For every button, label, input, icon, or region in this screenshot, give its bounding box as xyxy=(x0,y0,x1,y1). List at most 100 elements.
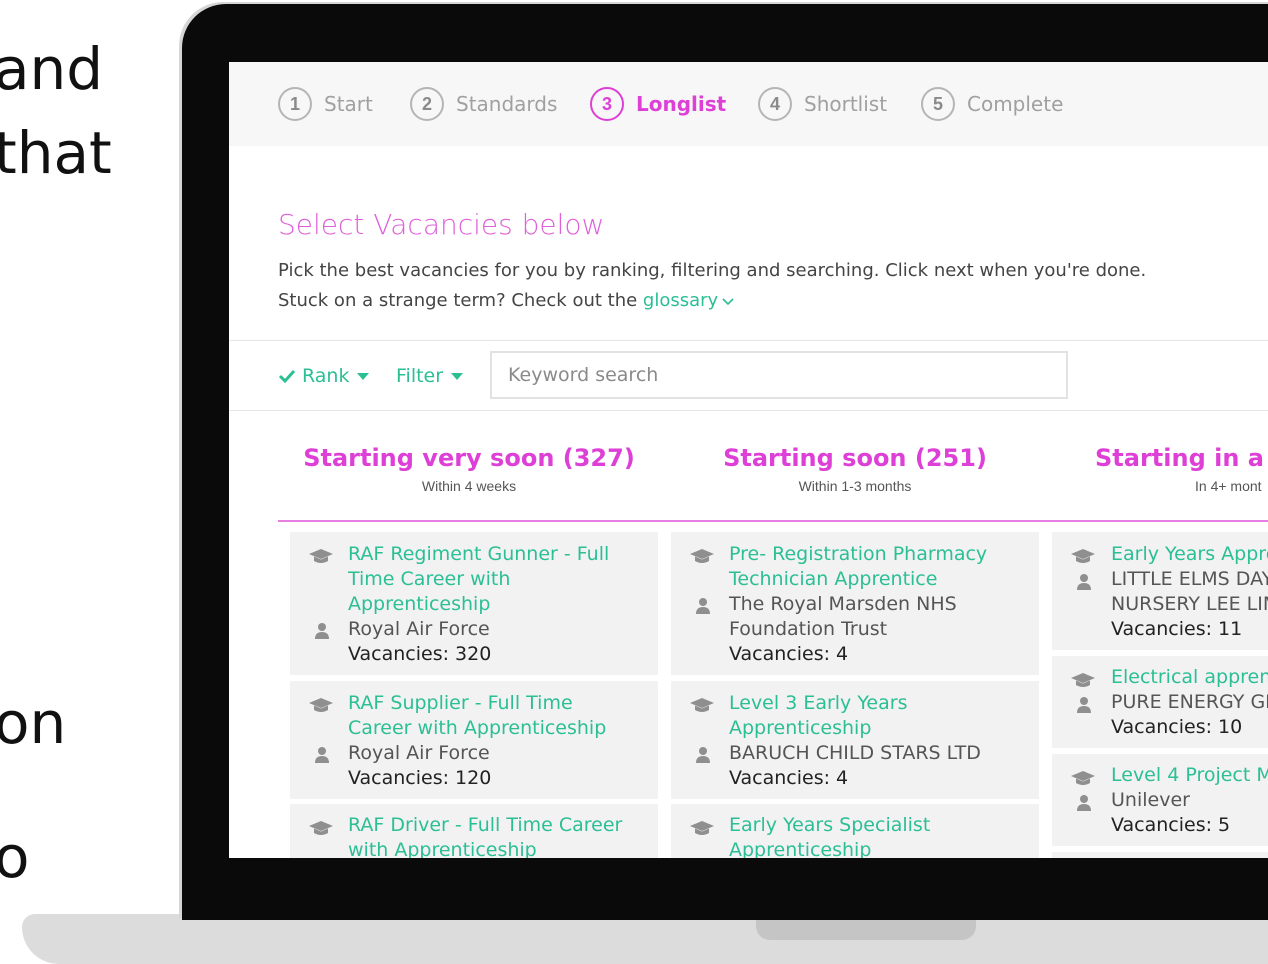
intro-line-2-text: Stuck on a strange term? Check out the xyxy=(278,290,643,311)
column-header-later: Starting in a w In 4+ mont xyxy=(1095,444,1268,494)
vacancy-employer: Royal Air Force xyxy=(348,742,490,764)
vacancy-title[interactable]: with Apprenticeship xyxy=(348,838,537,858)
vacancy-title[interactable]: Pre- Registration Pharmacy xyxy=(729,542,987,567)
checkmark-icon xyxy=(278,369,296,384)
toolbar-divider xyxy=(229,410,1268,411)
column-subtitle: Within 4 weeks xyxy=(421,478,517,494)
graduation-cap-icon xyxy=(1071,549,1095,563)
graduation-cap-icon xyxy=(690,549,714,563)
vacancy-title[interactable]: Early Years Appre xyxy=(1111,542,1268,567)
vacancy-title[interactable]: RAF Supplier - Full Time xyxy=(348,691,573,716)
vacancy-count: Vacancies: 120 xyxy=(348,767,492,789)
vacancy-count: Vacancies: 10 xyxy=(1111,716,1243,738)
column-title: Starting soon (251) xyxy=(723,444,987,472)
page-title: Select Vacancies below xyxy=(278,208,605,241)
vacancy-employer: PURE ENERGY GR xyxy=(1111,691,1268,713)
graduation-cap-icon xyxy=(309,821,333,835)
user-icon xyxy=(696,747,710,763)
section-divider xyxy=(229,340,1268,341)
vacancy-count: Vacancies: 4 xyxy=(729,767,849,789)
vacancy-title[interactable]: Apprenticeship xyxy=(729,838,871,858)
vacancy-employer: LITTLE ELMS DAY xyxy=(1111,568,1268,590)
vacancy-card[interactable]: Early Years Appre LITTLE ELMS DAY NURSER… xyxy=(1052,532,1268,650)
glossary-link[interactable]: glossary xyxy=(643,290,734,311)
chevron-down-icon xyxy=(722,298,734,306)
vacancy-count: Vacancies: 5 xyxy=(1111,814,1231,836)
vacancy-employer: NURSERY LEE LIM xyxy=(1111,593,1268,615)
filter-button[interactable]: Filter xyxy=(396,362,464,390)
vacancy-title[interactable]: Electrical apprent xyxy=(1111,665,1268,690)
step-label: Longlist xyxy=(636,92,727,116)
progress-stepper: 1 Start 2 Standards 3 Longlist 4 Shortli… xyxy=(229,62,1268,146)
step-number: 3 xyxy=(590,87,624,121)
step-label: Standards xyxy=(456,92,558,116)
step-shortlist[interactable]: 4 Shortlist xyxy=(758,86,887,122)
vacancy-card[interactable]: Level 3 Early Years Apprenticeship BARUC… xyxy=(671,681,1039,799)
column-title: Starting in a w xyxy=(1095,444,1268,472)
glossary-label: glossary xyxy=(642,290,719,311)
user-icon xyxy=(1077,574,1091,590)
column-subtitle: In 4+ mont xyxy=(1195,478,1262,494)
background-text-1: and xyxy=(0,35,104,103)
step-complete[interactable]: 5 Complete xyxy=(921,86,1063,122)
vacancy-count: Vacancies: 11 xyxy=(1111,618,1243,640)
step-number: 5 xyxy=(921,87,955,121)
vacancy-title[interactable]: Career with Apprenticeship xyxy=(348,716,606,741)
vacancy-title[interactable]: Apprenticeship xyxy=(729,716,871,741)
vacancy-count: Vacancies: 4 xyxy=(729,643,849,665)
column-header-soon: Starting soon (251) Within 1-3 months xyxy=(655,444,1055,494)
step-standards[interactable]: 2 Standards xyxy=(410,86,557,122)
vacancy-employer: The Royal Marsden NHS xyxy=(729,593,957,615)
step-number: 4 xyxy=(758,87,792,121)
app-screen: 1 Start 2 Standards 3 Longlist 4 Shortli… xyxy=(229,62,1268,858)
vacancy-employer: Unilever xyxy=(1111,789,1190,811)
step-number: 2 xyxy=(410,87,444,121)
vacancy-title[interactable]: Time Career with xyxy=(348,567,510,592)
vacancy-card[interactable]: Level 4 Project M Unilever Vacancies: 5 xyxy=(1052,754,1268,846)
caret-down-icon xyxy=(451,372,464,380)
intro-text: Pick the best vacancies for you by ranki… xyxy=(278,256,1146,316)
user-icon xyxy=(315,623,329,639)
vacancy-title[interactable]: Early Years Specialist xyxy=(729,813,930,838)
vacancy-card[interactable]: Pre- Registration Pharmacy Technician Ap… xyxy=(671,532,1039,675)
intro-line-1: Pick the best vacancies for you by ranki… xyxy=(278,260,1147,281)
vacancy-card[interactable]: RAF Regiment Gunner - Full Time Career w… xyxy=(290,532,658,675)
vacancy-card[interactable]: RAF Supplier - Full Time Career with App… xyxy=(290,681,658,799)
step-number: 1 xyxy=(278,87,312,121)
vacancy-card[interactable]: Electrical apprent PURE ENERGY GR Vacanc… xyxy=(1052,656,1268,748)
vacancy-employer: Foundation Trust xyxy=(729,618,888,640)
graduation-cap-icon xyxy=(309,698,333,712)
user-icon xyxy=(315,747,329,763)
step-label: Complete xyxy=(967,92,1064,116)
vacancy-card[interactable] xyxy=(1052,852,1268,858)
user-icon xyxy=(1077,795,1091,811)
graduation-cap-icon xyxy=(690,698,714,712)
vacancy-card[interactable]: Early Years Specialist Apprenticeship xyxy=(671,804,1039,858)
keyword-search-input[interactable] xyxy=(490,351,1068,399)
rank-label: Rank xyxy=(302,365,350,387)
step-longlist[interactable]: 3 Longlist xyxy=(590,86,726,122)
vacancy-title[interactable]: Apprenticeship xyxy=(348,592,490,617)
vacancy-employer: BARUCH CHILD STARS LTD xyxy=(729,742,981,764)
vacancy-count: Vacancies: 320 xyxy=(348,643,492,665)
vacancy-title[interactable]: RAF Regiment Gunner - Full xyxy=(348,542,609,567)
vacancy-title[interactable]: Level 4 Project M xyxy=(1111,763,1268,788)
filter-label: Filter xyxy=(396,365,444,387)
column-header-very-soon: Starting very soon (327) Within 4 weeks xyxy=(269,444,669,494)
vacancy-card[interactable]: RAF Driver - Full Time Career with Appre… xyxy=(290,804,658,858)
vacancy-title[interactable]: RAF Driver - Full Time Career xyxy=(348,813,622,838)
background-text-2: that xyxy=(0,119,112,187)
graduation-cap-icon xyxy=(690,821,714,835)
user-icon xyxy=(1077,697,1091,713)
laptop-base xyxy=(22,914,1268,964)
column-subtitle: Within 1-3 months xyxy=(798,478,912,494)
vacancy-title[interactable]: Technician Apprentice xyxy=(729,567,937,592)
caret-down-icon xyxy=(357,372,370,380)
columns-divider xyxy=(278,520,1268,522)
rank-button[interactable]: Rank xyxy=(278,362,370,390)
user-icon xyxy=(696,598,710,614)
graduation-cap-icon xyxy=(1071,673,1095,687)
step-start[interactable]: 1 Start xyxy=(278,86,373,122)
vacancy-title[interactable]: Level 3 Early Years xyxy=(729,691,907,716)
step-label: Shortlist xyxy=(804,92,888,116)
